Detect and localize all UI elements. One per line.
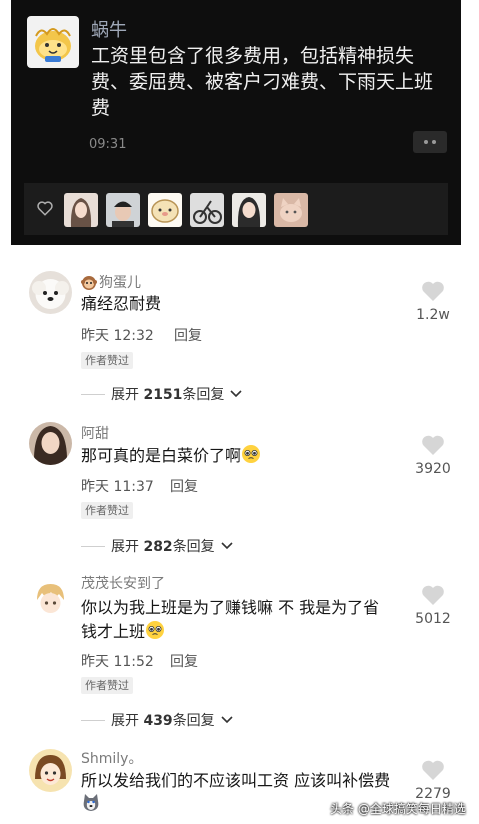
author-liked-badge: 作者赞过: [81, 677, 133, 694]
snail-bun-avatar-icon[interactable]: [27, 16, 79, 68]
expand-replies-button[interactable]: 展开 439条回复: [81, 710, 233, 730]
reply-button[interactable]: 回复: [170, 476, 198, 496]
comment-username[interactable]: Shmily。: [81, 750, 142, 768]
husky-emoji: [81, 793, 101, 813]
comment-username[interactable]: 阿甜: [81, 425, 109, 443]
author-liked-badge: 作者赞过: [81, 502, 133, 519]
reply-button[interactable]: 回复: [170, 651, 198, 671]
girl-portrait-avatar[interactable]: [29, 422, 72, 465]
comment-username[interactable]: 狗蛋儿: [81, 274, 141, 292]
monkey-emoji: [81, 275, 97, 291]
divider-line: [81, 545, 105, 547]
heart-outline-icon: [37, 201, 53, 216]
like-count: 3920: [415, 461, 451, 477]
white-dog-avatar[interactable]: [29, 271, 72, 314]
divider-line: [81, 393, 105, 395]
anime-boy-avatar[interactable]: [29, 578, 72, 621]
chevron-down-icon: [221, 716, 233, 724]
author-liked-badge: 作者赞过: [81, 352, 133, 369]
heart-icon: [422, 281, 444, 301]
moments-post-card: 蜗牛 工资里包含了很多费用，包括精神损失费、委屈费、被客户刁难费、下雨天上班费 …: [11, 0, 461, 245]
comment-text: 痛经忍耐费: [81, 294, 162, 313]
cartoon-face-avatar[interactable]: [148, 193, 182, 227]
comment-username[interactable]: 茂茂长安到了: [81, 575, 165, 593]
expand-replies-button[interactable]: 展开 2151条回复: [81, 384, 242, 404]
pleading-emoji: [241, 444, 261, 464]
expand-replies-button[interactable]: 展开 282条回复: [81, 536, 233, 556]
post-text: 工资里包含了很多费用，包括精神损失费、委屈费、被客户刁难费、下雨天上班费: [91, 45, 434, 119]
expand-label: 展开 2151条回复: [111, 387, 225, 403]
heart-icon: [422, 760, 444, 780]
chevron-down-icon: [221, 542, 233, 550]
comment-like-button[interactable]: 3920: [413, 434, 453, 477]
chevron-down-icon: [230, 390, 242, 398]
cartoon-girl-avatar[interactable]: [29, 749, 72, 792]
comment-like-button[interactable]: 2279: [413, 759, 453, 802]
comment-text: 那可真的是白菜价了啊: [81, 444, 391, 468]
comment-time: 昨天 12:32: [81, 328, 154, 344]
comment-text: 你以为我上班是为了赚钱嘛 不 我是为了省钱才上班: [81, 598, 380, 641]
comment-like-button[interactable]: 5012: [413, 584, 453, 627]
like-count: 1.2w: [416, 307, 450, 323]
post-author-name[interactable]: 蜗牛: [91, 16, 127, 42]
likes-bar: [24, 183, 448, 235]
heart-icon: [422, 585, 444, 605]
more-options-button[interactable]: [413, 131, 447, 153]
girl-avatar-2[interactable]: [232, 193, 266, 227]
watermark: 头条 @全球搞笑每日精选: [330, 802, 466, 816]
post-time: 09:31: [89, 137, 127, 152]
divider-line: [81, 719, 105, 721]
expand-label: 展开 439条回复: [111, 713, 215, 729]
bike-avatar[interactable]: [190, 193, 224, 227]
comment-like-button[interactable]: 1.2w: [413, 280, 453, 323]
pleading-emoji: [145, 620, 165, 640]
man-cap-avatar[interactable]: [106, 193, 140, 227]
comment-time: 昨天 11:52: [81, 654, 154, 670]
girl-avatar-1[interactable]: [64, 193, 98, 227]
cat-avatar[interactable]: [274, 193, 308, 227]
reply-button[interactable]: 回复: [174, 325, 202, 345]
heart-icon: [422, 435, 444, 455]
expand-label: 展开 282条回复: [111, 539, 215, 555]
like-count: 5012: [415, 611, 451, 627]
comment-time: 昨天 11:37: [81, 479, 154, 495]
